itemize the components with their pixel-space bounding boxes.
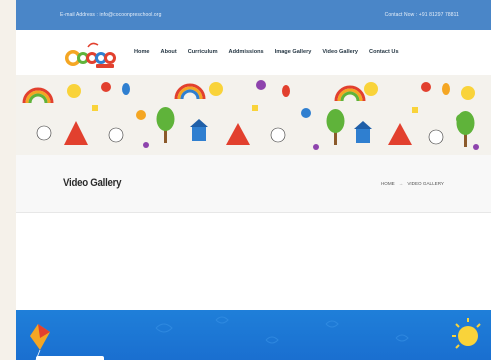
site-logo[interactable]: [62, 39, 118, 69]
nav-contact-us[interactable]: Contact Us: [369, 49, 399, 55]
nav-admissions[interactable]: Addmissions: [229, 49, 264, 55]
nav-video-gallery[interactable]: Video Gallery: [322, 49, 358, 55]
doodle-banner: [16, 75, 491, 155]
page-title-bar: Video Gallery HOME → VIDEO GALLERY: [16, 155, 491, 213]
nav-curriculum[interactable]: Curriculum: [188, 49, 218, 55]
breadcrumb-current: VIDEO GALLERY: [407, 181, 444, 186]
bottom-widget-strip[interactable]: [36, 356, 104, 360]
nav-image-gallery[interactable]: Image Gallery: [275, 49, 312, 55]
page-title: Video Gallery: [63, 177, 122, 189]
page-frame: E-mail Address : info@cocoonpreschool.or…: [16, 0, 491, 360]
footer-decoration: [30, 316, 481, 360]
nav-about[interactable]: About: [161, 49, 177, 55]
sun-icon: [452, 318, 481, 349]
breadcrumb-home[interactable]: HOME: [381, 181, 395, 186]
doodle-illustration: [16, 75, 491, 155]
top-info-bar: E-mail Address : info@cocoonpreschool.or…: [16, 0, 491, 30]
main-nav: Home About Curriculum Addmissions Image …: [134, 49, 399, 55]
site-header: Home About Curriculum Addmissions Image …: [16, 30, 491, 75]
kite-icon: [30, 324, 50, 360]
breadcrumb: HOME → VIDEO GALLERY: [381, 181, 444, 186]
nav-home[interactable]: Home: [134, 49, 150, 55]
contact-phone[interactable]: Contact Now : +91 81297 78811: [385, 12, 459, 18]
footer-band: [16, 310, 491, 360]
email-address[interactable]: E-mail Address : info@cocoonpreschool.or…: [60, 12, 161, 18]
breadcrumb-separator: →: [398, 181, 404, 186]
video-gallery-content: [16, 214, 491, 310]
